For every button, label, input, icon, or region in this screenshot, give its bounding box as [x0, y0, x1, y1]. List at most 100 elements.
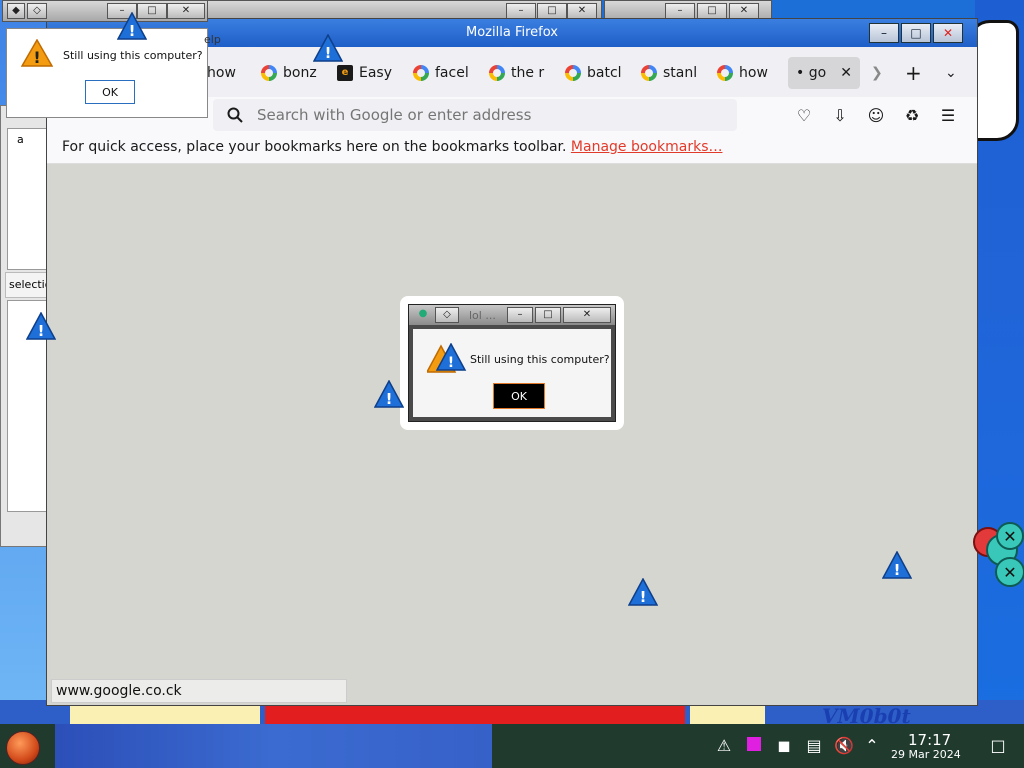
- show-desktop-icon[interactable]: □: [988, 736, 1008, 756]
- account-icon[interactable]: ☺: [865, 105, 887, 127]
- editor-text-area[interactable]: a: [7, 128, 49, 270]
- dialog-title: lol ...: [469, 309, 496, 322]
- maximize-button[interactable]: □: [537, 3, 567, 19]
- editor-text-line: a: [17, 133, 24, 146]
- app-icon: ◆: [7, 3, 25, 19]
- maximize-button[interactable]: □: [697, 3, 727, 19]
- notification-bell-icon[interactable]: ⚠: [714, 736, 734, 756]
- google-icon: [565, 65, 581, 81]
- google-icon: [413, 65, 429, 81]
- dialog-body: ! Still using this computer? OK: [6, 28, 208, 118]
- tab-active[interactable]: • go ✕: [788, 57, 860, 89]
- bookmarks-message: For quick access, place your bookmarks h…: [62, 139, 567, 155]
- maximize-button[interactable]: □: [901, 23, 931, 43]
- chevron-right-icon[interactable]: ❯: [871, 57, 887, 89]
- tab[interactable]: e Easy: [337, 57, 393, 89]
- app-tray-icon[interactable]: ◼: [774, 736, 794, 756]
- google-icon: [641, 65, 657, 81]
- status-url: www.google.co.ck: [51, 679, 347, 703]
- manage-bookmarks-link[interactable]: Manage bookmarks…: [571, 139, 723, 155]
- svg-text:✕: ✕: [1003, 527, 1016, 546]
- tab[interactable]: batcl: [565, 57, 621, 89]
- address-input[interactable]: [255, 105, 719, 125]
- tab[interactable]: facel: [413, 57, 469, 89]
- tab[interactable]: how: [717, 57, 773, 89]
- google-icon: [489, 65, 505, 81]
- still-using-dialog-top: ◆ ◇ – □ ✕ ! Still using this computer? O…: [2, 0, 208, 118]
- svg-text:!: !: [448, 355, 454, 371]
- clock-time[interactable]: 17:17: [908, 731, 951, 749]
- clipboard-icon[interactable]: ▤: [804, 736, 824, 756]
- warning-icon: !: [26, 312, 56, 340]
- address-bar[interactable]: [213, 99, 737, 131]
- tab-label: facel: [435, 65, 469, 81]
- pocket-icon[interactable]: ♡: [793, 105, 815, 127]
- window-menu-icon[interactable]: ◇: [435, 307, 459, 323]
- tab-label: how: [739, 65, 768, 81]
- app-icon: ●: [418, 308, 428, 319]
- page-content[interactable]: [51, 164, 973, 704]
- minimize-button[interactable]: –: [507, 307, 533, 323]
- warning-icon: !: [374, 380, 404, 408]
- close-button[interactable]: ✕: [729, 3, 759, 19]
- close-button[interactable]: ✕: [167, 3, 205, 19]
- tab-label: bonz: [283, 65, 317, 81]
- maximize-button[interactable]: □: [535, 307, 561, 323]
- close-button[interactable]: ✕: [563, 307, 611, 323]
- chevron-up-icon[interactable]: ⌃: [862, 736, 882, 756]
- ok-button[interactable]: OK: [493, 383, 545, 409]
- close-button[interactable]: ✕: [567, 3, 597, 19]
- taskbar-window-list[interactable]: [55, 724, 492, 768]
- color-square-icon[interactable]: [744, 736, 764, 756]
- tab[interactable]: bonz: [261, 57, 317, 89]
- dialog-message: Still using this computer?: [63, 49, 203, 62]
- minimize-button[interactable]: –: [869, 23, 899, 43]
- downloads-icon[interactable]: ⇩: [829, 105, 851, 127]
- warning-icon: !: [20, 38, 54, 71]
- tab-label: • go: [796, 65, 827, 81]
- warning-icon: !: [882, 551, 912, 579]
- warning-icon: !: [628, 578, 658, 606]
- bookmarks-toolbar: For quick access, place your bookmarks h…: [47, 133, 977, 164]
- clock-date[interactable]: 29 Mar 2024: [891, 748, 961, 761]
- minimize-button[interactable]: –: [665, 3, 695, 19]
- svg-text:!: !: [38, 322, 45, 340]
- svg-text:✕: ✕: [1003, 563, 1016, 582]
- search-icon: [227, 107, 243, 123]
- svg-text:!: !: [386, 390, 393, 408]
- close-tab-icon[interactable]: ✕: [840, 65, 852, 81]
- google-icon: [717, 65, 733, 81]
- tab[interactable]: how: [207, 57, 247, 89]
- tab[interactable]: the r: [489, 57, 545, 89]
- dialog-body: ! Still using this computer? OK: [413, 329, 611, 417]
- dialog-titlebar[interactable]: ◆ ◇ – □ ✕: [2, 0, 208, 22]
- svg-text:!: !: [325, 44, 332, 62]
- tab-label: how: [207, 65, 236, 81]
- ok-button[interactable]: OK: [85, 80, 135, 104]
- easy-site-icon: e: [337, 65, 353, 81]
- tab-label: Easy: [359, 65, 393, 81]
- window-menu-icon[interactable]: ◇: [27, 3, 47, 19]
- svg-text:!: !: [640, 588, 647, 606]
- close-button[interactable]: ✕: [933, 23, 963, 43]
- start-menu-icon[interactable]: [6, 731, 40, 765]
- tab-label: stanl: [663, 65, 697, 81]
- volume-muted-icon[interactable]: 🔇: [834, 736, 854, 756]
- error-icons-cluster: ✕ ✕: [973, 522, 1024, 587]
- warning-icon: !: [425, 342, 467, 379]
- svg-text:!: !: [894, 561, 901, 579]
- warning-icon: !: [117, 12, 147, 40]
- svg-text:!: !: [33, 48, 40, 67]
- tab-label: the r: [511, 65, 545, 81]
- dialog-titlebar[interactable]: ● ◇ lol ... – □ ✕: [409, 305, 615, 325]
- extensions-icon[interactable]: ♻: [901, 105, 923, 127]
- chevron-down-icon[interactable]: ⌄: [945, 57, 961, 89]
- tab[interactable]: stanl: [641, 57, 697, 89]
- svg-text:!: !: [129, 22, 136, 40]
- google-icon: [261, 65, 277, 81]
- still-using-dialog-center: ● ◇ lol ... – □ ✕ ! Still using this com…: [408, 304, 616, 422]
- new-tab-icon[interactable]: +: [905, 57, 923, 89]
- tab-label: batcl: [587, 65, 621, 81]
- minimize-button[interactable]: –: [506, 3, 536, 19]
- menu-icon[interactable]: ☰: [937, 105, 959, 127]
